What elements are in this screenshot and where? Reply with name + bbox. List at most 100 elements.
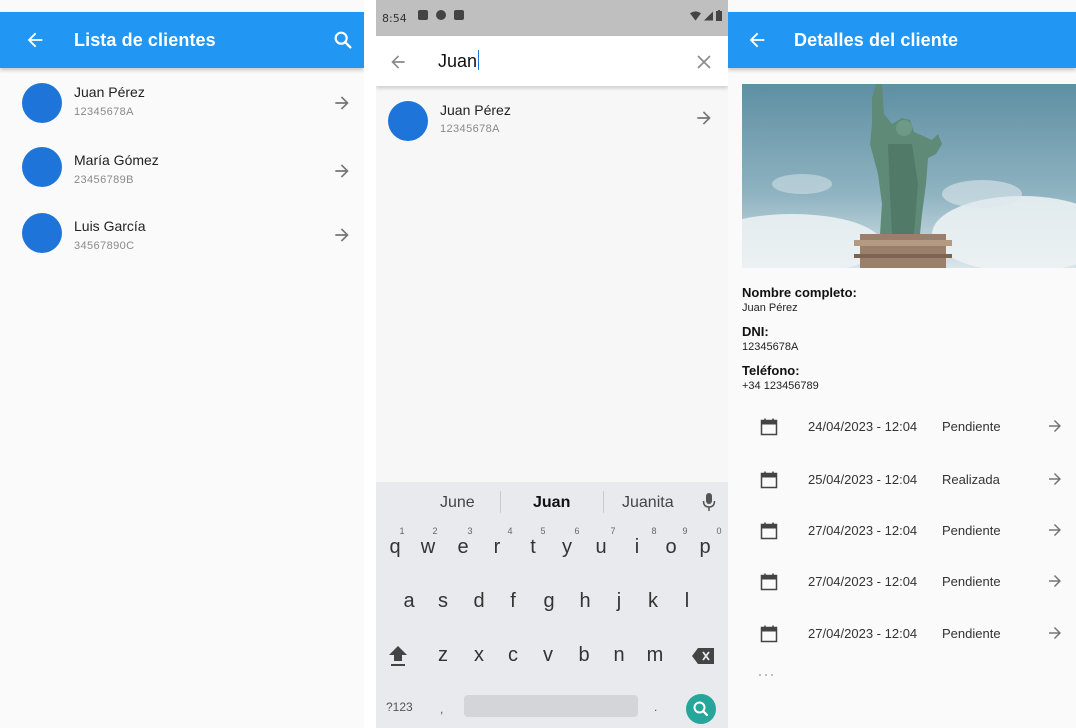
suggestion[interactable]: June [440,494,475,512]
notification-icon [436,10,446,20]
appointment-item[interactable]: 24/04/2023 - 12:04 Pendiente [728,402,1076,452]
key-c[interactable]: c [498,644,528,667]
arrow-forward-icon[interactable] [1046,624,1064,642]
client-list-item[interactable]: Luis García 34567890C [0,202,364,264]
search-icon[interactable] [332,29,354,51]
key-j[interactable]: j [604,590,634,613]
key-k[interactable]: k [638,590,668,613]
appointment-item[interactable]: 27/04/2023 - 12:04 Pendiente [728,609,1076,659]
key-m[interactable]: m [640,644,670,667]
shift-icon[interactable] [388,644,408,668]
calendar-icon [760,522,778,540]
key-r[interactable]: r [482,536,512,559]
appointment-datetime: 27/04/2023 - 12:04 [808,574,918,589]
search-bar: Juan [376,36,728,86]
period-key[interactable]: . [654,700,657,714]
space-key[interactable] [464,695,638,717]
arrow-forward-icon[interactable] [694,108,714,128]
symbols-key[interactable]: ?123 [386,700,413,714]
key-e[interactable]: e [448,536,478,559]
appointment-datetime: 25/04/2023 - 12:04 [808,472,918,487]
close-icon[interactable] [696,54,712,70]
arrow-forward-icon[interactable] [332,161,352,181]
appointment-datetime: 27/04/2023 - 12:04 [808,626,918,641]
back-arrow-icon[interactable] [388,52,408,72]
key-v[interactable]: v [533,644,563,667]
key-d[interactable]: d [464,590,494,613]
key-q[interactable]: q [380,536,410,559]
page-title: Detalles del cliente [794,29,959,50]
client-list-item[interactable]: María Gómez 23456789B [0,136,364,198]
calendar-icon [760,625,778,643]
search-submit-button[interactable] [686,694,716,724]
key-w[interactable]: w [413,536,443,559]
key-t[interactable]: t [518,536,548,559]
appointment-status: Pendiente [942,419,1001,434]
calendar-icon [760,471,778,489]
arrow-forward-icon[interactable] [1046,521,1064,539]
calendar-icon [760,573,778,591]
arrow-forward-icon[interactable] [1046,572,1064,590]
key-i[interactable]: i [622,536,652,559]
key-hint: 1 [399,526,405,536]
key-g[interactable]: g [534,590,564,613]
arrow-forward-icon[interactable] [1046,417,1064,435]
key-hint: 9 [682,526,688,536]
key-o[interactable]: o [656,536,686,559]
status-right-icons [690,10,722,21]
client-detail-screen: Detalles del cliente Nombre completo: Ju… [728,0,1076,728]
dni-label: DNI: [742,324,769,339]
appointment-item[interactable]: 27/04/2023 - 12:04 Pendiente [728,506,1076,556]
arrow-forward-icon[interactable] [1046,470,1064,488]
key-l[interactable]: l [672,590,702,613]
client-name: Luis García [74,218,146,234]
key-s[interactable]: s [428,590,458,613]
search-input[interactable]: Juan [438,50,480,72]
page-title: Lista de clientes [74,29,216,50]
client-name: Juan Pérez [74,84,145,100]
key-x[interactable]: x [464,644,494,667]
search-result-item[interactable]: Juan Pérez 12345678A [376,90,728,152]
backspace-icon[interactable] [692,648,714,664]
search-screen: 8:54 Juan Juan Pérez 12345678A June Juan… [376,0,728,728]
key-n[interactable]: n [604,644,634,667]
key-p[interactable]: p [690,536,720,559]
key-h[interactable]: h [570,590,600,613]
key-f[interactable]: f [498,590,528,613]
back-arrow-icon[interactable] [746,29,768,51]
sd-card-icon [454,10,464,20]
divider [500,491,501,513]
client-dni: 34567890C [74,240,135,252]
back-arrow-icon[interactable] [24,29,46,51]
appointment-item[interactable]: 25/04/2023 - 12:04 Realizada [728,455,1076,505]
key-y[interactable]: y [552,536,582,559]
key-a[interactable]: a [394,590,424,613]
client-name: María Gómez [74,152,159,168]
notification-icons [418,10,464,20]
suggestion[interactable]: Juanita [622,494,674,512]
text-cursor [478,50,480,70]
key-u[interactable]: u [586,536,616,559]
arrow-forward-icon[interactable] [332,93,352,113]
signal-icon [704,11,713,20]
appointment-item[interactable]: 27/04/2023 - 12:04 Pendiente [728,557,1076,607]
name-label: Nombre completo: [742,285,857,300]
status-bar: 8:54 [376,0,728,36]
appointment-status: Realizada [942,472,1000,487]
suggestion-strip: June Juan Juanita [376,482,728,522]
key-z[interactable]: z [428,644,458,667]
microphone-icon[interactable] [702,492,716,512]
search-query-text: Juan [438,51,478,71]
key-hint: 6 [574,526,580,536]
suggestion[interactable]: Juan [533,494,570,512]
client-list-item[interactable]: Juan Pérez 12345678A [0,72,364,134]
more-items-indicator-icon [759,674,773,676]
appointment-datetime: 27/04/2023 - 12:04 [808,523,918,538]
status-time: 8:54 [382,12,407,25]
avatar [22,83,62,123]
calendar-icon [760,418,778,436]
key-hint: 2 [432,526,438,536]
key-b[interactable]: b [569,644,599,667]
arrow-forward-icon[interactable] [332,225,352,245]
comma-key[interactable]: , [440,702,443,716]
